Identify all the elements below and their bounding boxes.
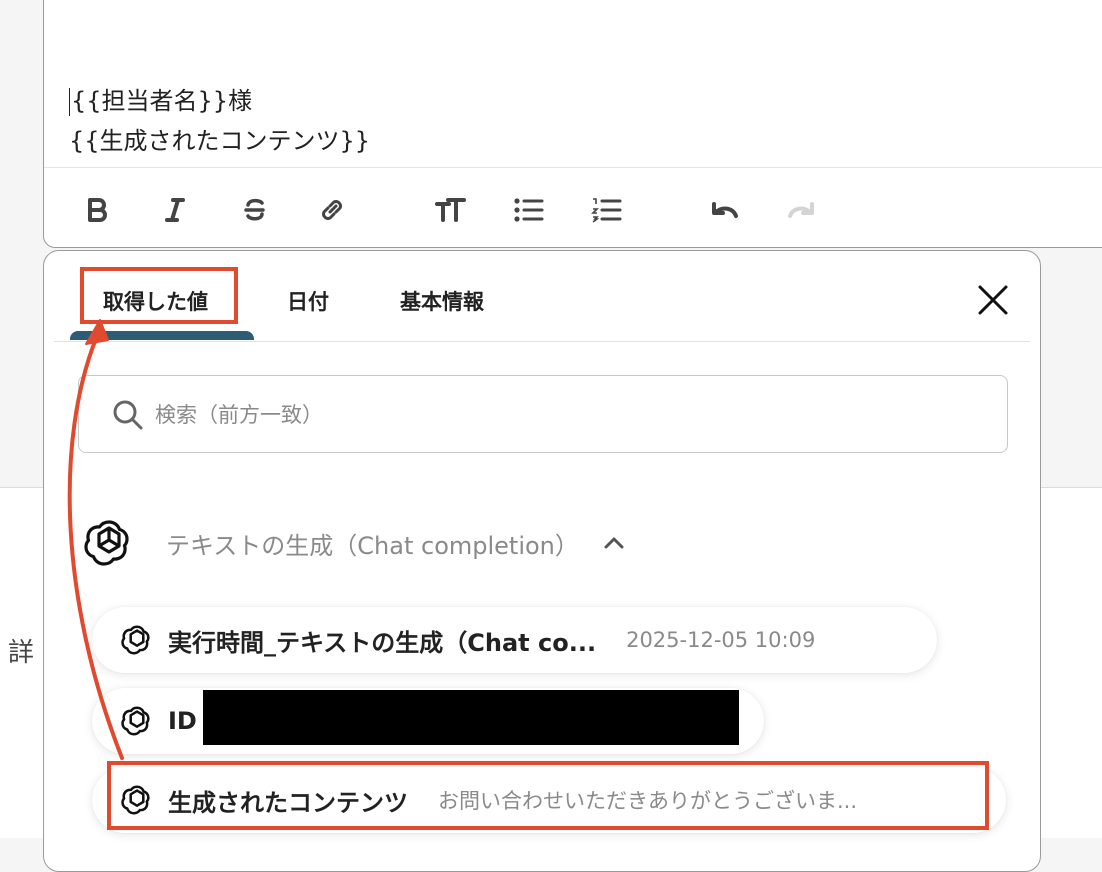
bold-button[interactable] [77,190,117,230]
text-size-icon [435,198,466,222]
openai-icon [84,520,129,566]
highlight-box-tab [80,267,238,324]
item-label: ID [168,707,197,735]
redo-icon [788,202,814,218]
undo-icon [712,202,738,218]
editor-line-1: {{担当者名}}様 [71,87,253,115]
strikethrough-button[interactable] [234,190,274,230]
search-icon [113,400,143,430]
background-panel-right [1041,488,1102,838]
search-input[interactable] [153,394,957,436]
ordered-list-button[interactable] [586,190,626,230]
close-icon[interactable] [976,283,1010,317]
link-icon [322,200,342,220]
editor-line-2: {{生成されたコンテンツ}} [69,127,371,155]
redo-button[interactable] [782,190,822,230]
ordered-list-icon [591,198,622,223]
value-item-execution-time[interactable]: 実行時間_テキストの生成（Chat co... 2025-12-05 10:09 [92,607,937,673]
tab-basic-info[interactable]: 基本情報 [400,286,484,316]
group-header-chat-completion[interactable]: テキストの生成（Chat completion） [82,515,625,571]
strikethrough-icon [244,198,265,221]
email-body-editor[interactable]: {{担当者名}}様 {{生成されたコンテンツ}} [43,0,1102,248]
text-size-button[interactable] [430,190,470,230]
bullet-list-button[interactable] [508,190,548,230]
bold-icon [88,198,107,222]
italic-button[interactable] [155,190,195,230]
item-value: 2025-12-05 10:09 [626,628,816,652]
search-box [78,375,1008,453]
details-label: 詳 [8,638,35,668]
chevron-up-icon[interactable] [603,532,625,554]
tab-date[interactable]: 日付 [287,286,329,316]
text-caret [69,88,70,116]
highlight-box-generated-content [107,761,989,830]
openai-icon [121,706,150,736]
bullet-list-icon [514,198,544,222]
item-label: 実行時間_テキストの生成（Chat co... [168,628,597,657]
group-title: テキストの生成（Chat completion） [166,531,579,560]
formatting-toolbar [44,168,1102,246]
undo-button[interactable] [704,190,744,230]
editor-content[interactable]: {{担当者名}}様 {{生成されたコンテンツ}} [69,81,370,161]
redacted-id-value [203,690,739,745]
link-button[interactable] [312,190,352,230]
openai-icon [121,625,150,655]
italic-icon [165,198,185,222]
active-tab-indicator [70,331,254,340]
